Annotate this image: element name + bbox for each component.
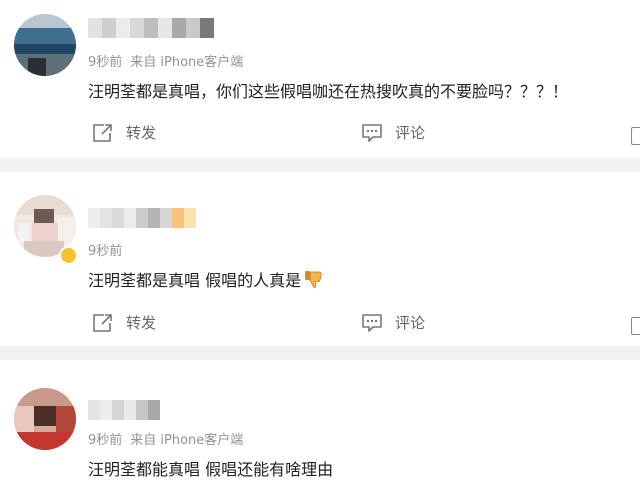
comment-label: 评论 [395,314,426,332]
comment-label: 评论 [395,124,426,142]
repost-button[interactable]: 转发 [92,122,156,143]
comment-text: 汪明荃都能真唱 假唱还能有啥理由 [88,460,334,479]
comment-card: 9秒前 来自 iPhone客户端 汪明荃都是真唱，你们这些假唱咖还在热搜吹真的不要… [0,0,640,158]
comment-card: 9秒前 汪明荃都是真唱 假唱的人真是 转发 评论 [0,172,640,346]
username[interactable] [88,400,160,420]
comment-card: 9秒前 来自 iPhone客户端 汪明荃都能真唱 假唱还能有啥理由 [0,360,640,491]
comment-feed: 9秒前 来自 iPhone客户端 汪明荃都是真唱，你们这些假唱咖还在热搜吹真的不要… [0,0,640,491]
repost-label: 转发 [126,124,157,142]
comment-text-body: 汪明荃都是真唱 假唱的人真是 [88,271,302,290]
repost-button[interactable]: 转发 [92,312,156,333]
thumbs-down-emoji [305,271,322,288]
client-source: 来自 iPhone客户端 [130,55,244,70]
username[interactable] [88,18,214,38]
like-icon[interactable] [631,127,640,145]
repost-label: 转发 [126,314,157,332]
like-icon[interactable] [631,317,640,335]
vip-badge [59,246,78,265]
share-icon [93,313,112,332]
timestamp: 9秒前 [88,244,123,259]
comment-button[interactable]: 评论 [361,122,425,143]
avatar[interactable] [14,14,76,76]
comment-icon [362,123,382,142]
comment-meta: 9秒前 来自 iPhone客户端 [88,51,243,70]
comment-meta: 9秒前 [88,240,122,259]
username[interactable] [88,208,196,228]
comment-button[interactable]: 评论 [361,312,425,333]
client-source: 来自 iPhone客户端 [130,433,244,448]
timestamp: 9秒前 [88,55,123,70]
timestamp: 9秒前 [88,433,123,448]
comment-text: 汪明荃都是真唱，你们这些假唱咖还在热搜吹真的不要脸吗？？？！ [88,82,569,101]
avatar[interactable] [14,388,76,450]
share-icon [93,123,112,142]
comment-meta: 9秒前 来自 iPhone客户端 [88,429,243,448]
comment-icon [362,313,382,332]
comment-text: 汪明荃都是真唱 假唱的人真是 [88,267,324,291]
